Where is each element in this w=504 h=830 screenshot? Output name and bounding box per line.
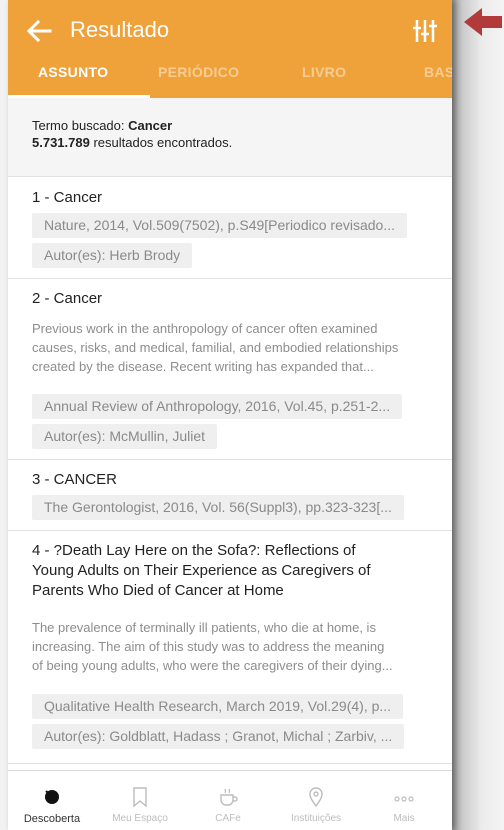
abstract-line: The prevalence of terminally ill patient…: [32, 620, 376, 635]
result-abstract: The prevalence of terminally ill patient…: [32, 618, 442, 675]
result-authors: Autor(es): Goldblatt, Hadass ; Granot, M…: [32, 724, 405, 749]
nav-label: Descoberta: [23, 813, 81, 825]
result-source: Qualitative Health Research, March 2019,…: [32, 694, 404, 719]
title-line: Young Adults on Their Experience as Care…: [32, 562, 371, 579]
result-item-2[interactable]: 2 - Cancer Previous work in the anthropo…: [8, 279, 452, 460]
result-source: Annual Review of Anthropology, 2016, Vol…: [32, 394, 403, 419]
result-title: 3 - CANCER: [32, 471, 118, 488]
nav-meu-espaco[interactable]: Meu Espaço: [96, 771, 184, 830]
result-authors: Autor(es): McMullin, Juliet: [32, 424, 218, 449]
search-summary: Termo buscado: Cancer 5.731.789 resultad…: [8, 98, 452, 177]
result-count-label: resultados encontrados.: [89, 135, 233, 150]
bookmark-icon: [133, 787, 147, 808]
page-title: Resultado: [70, 17, 170, 42]
search-term-label: Termo buscado:: [32, 118, 129, 133]
title-line: Parents Who Died of Cancer at Home: [32, 582, 284, 599]
nav-label: Mais: [393, 813, 415, 824]
result-item-3[interactable]: 3 - CANCER The Gerontologist, 2016, Vol.…: [8, 460, 452, 531]
nav-label: Meu Espaço: [112, 813, 168, 824]
nav-label: CAFe: [215, 813, 241, 824]
search-term-line: Termo buscado: Cancer: [32, 118, 172, 133]
tab-assunto[interactable]: ASSUNTO: [38, 64, 108, 80]
bottom-navigation: Descoberta Meu Espaço CAFe Instituições: [8, 770, 452, 830]
nav-label: Instituições: [290, 813, 342, 824]
result-count-value: 5.731.789: [32, 135, 90, 150]
result-abstract: Previous work in the anthropology of can…: [32, 319, 442, 376]
abstract-line: Previous work in the anthropology of can…: [32, 321, 378, 336]
result-title: 2 - Cancer: [32, 290, 103, 307]
filter-sliders-icon[interactable]: [412, 16, 438, 46]
more-dots-icon: [394, 796, 414, 802]
location-pin-icon: [309, 787, 323, 808]
app-screen: Resultado ASSUNTO PERIÓDICO LIVRO BAS Te…: [8, 0, 452, 830]
coffee-icon: [220, 788, 238, 806]
nav-cafe[interactable]: CAFe: [184, 771, 272, 830]
background-shadow: [452, 0, 504, 830]
tab-periodico[interactable]: PERIÓDICO: [158, 64, 239, 80]
search-term-value: Cancer: [128, 118, 173, 133]
result-item-1[interactable]: 1 - Cancer Nature, 2014, Vol.509(7502), …: [8, 177, 452, 279]
result-item-4[interactable]: 4 - ?Death Lay Here on the Sofa?: Reflec…: [8, 531, 452, 764]
abstract-line: increasing. The aim of this study was to…: [32, 639, 385, 654]
result-source: The Gerontologist, 2016, Vol. 56(Suppl3)…: [32, 495, 404, 520]
result-title: 4 - ?Death Lay Here on the Sofa?: Reflec…: [32, 541, 371, 601]
nav-mais[interactable]: Mais: [360, 771, 448, 830]
tab-livro[interactable]: LIVRO: [302, 64, 346, 80]
abstract-line: causes, risks, and medical, familial, an…: [32, 340, 399, 355]
tab-base[interactable]: BAS: [424, 64, 452, 80]
result-source: Nature, 2014, Vol.509(7502), p.S49[Perio…: [32, 213, 407, 238]
app-bar: Resultado ASSUNTO PERIÓDICO LIVRO BAS: [8, 0, 452, 98]
title-line: 4 - ?Death Lay Here on the Sofa?: Reflec…: [32, 542, 356, 559]
result-count-line: 5.731.789 resultados encontrados.: [32, 135, 232, 150]
abstract-line: created by the disease. Recent writing h…: [32, 359, 374, 374]
category-tabs: ASSUNTO PERIÓDICO LIVRO BAS: [8, 58, 452, 98]
annotation-arrow-icon: [464, 8, 502, 36]
abstract-line: of being young adults, who were the care…: [32, 658, 393, 673]
result-authors: Autor(es): Herb Brody: [32, 243, 193, 268]
result-title: 1 - Cancer: [32, 189, 103, 206]
nav-instituicoes[interactable]: Instituições: [272, 771, 360, 830]
nav-descoberta[interactable]: Descoberta: [8, 771, 96, 830]
compass-icon: [45, 790, 59, 804]
back-arrow-icon[interactable]: [24, 16, 54, 46]
